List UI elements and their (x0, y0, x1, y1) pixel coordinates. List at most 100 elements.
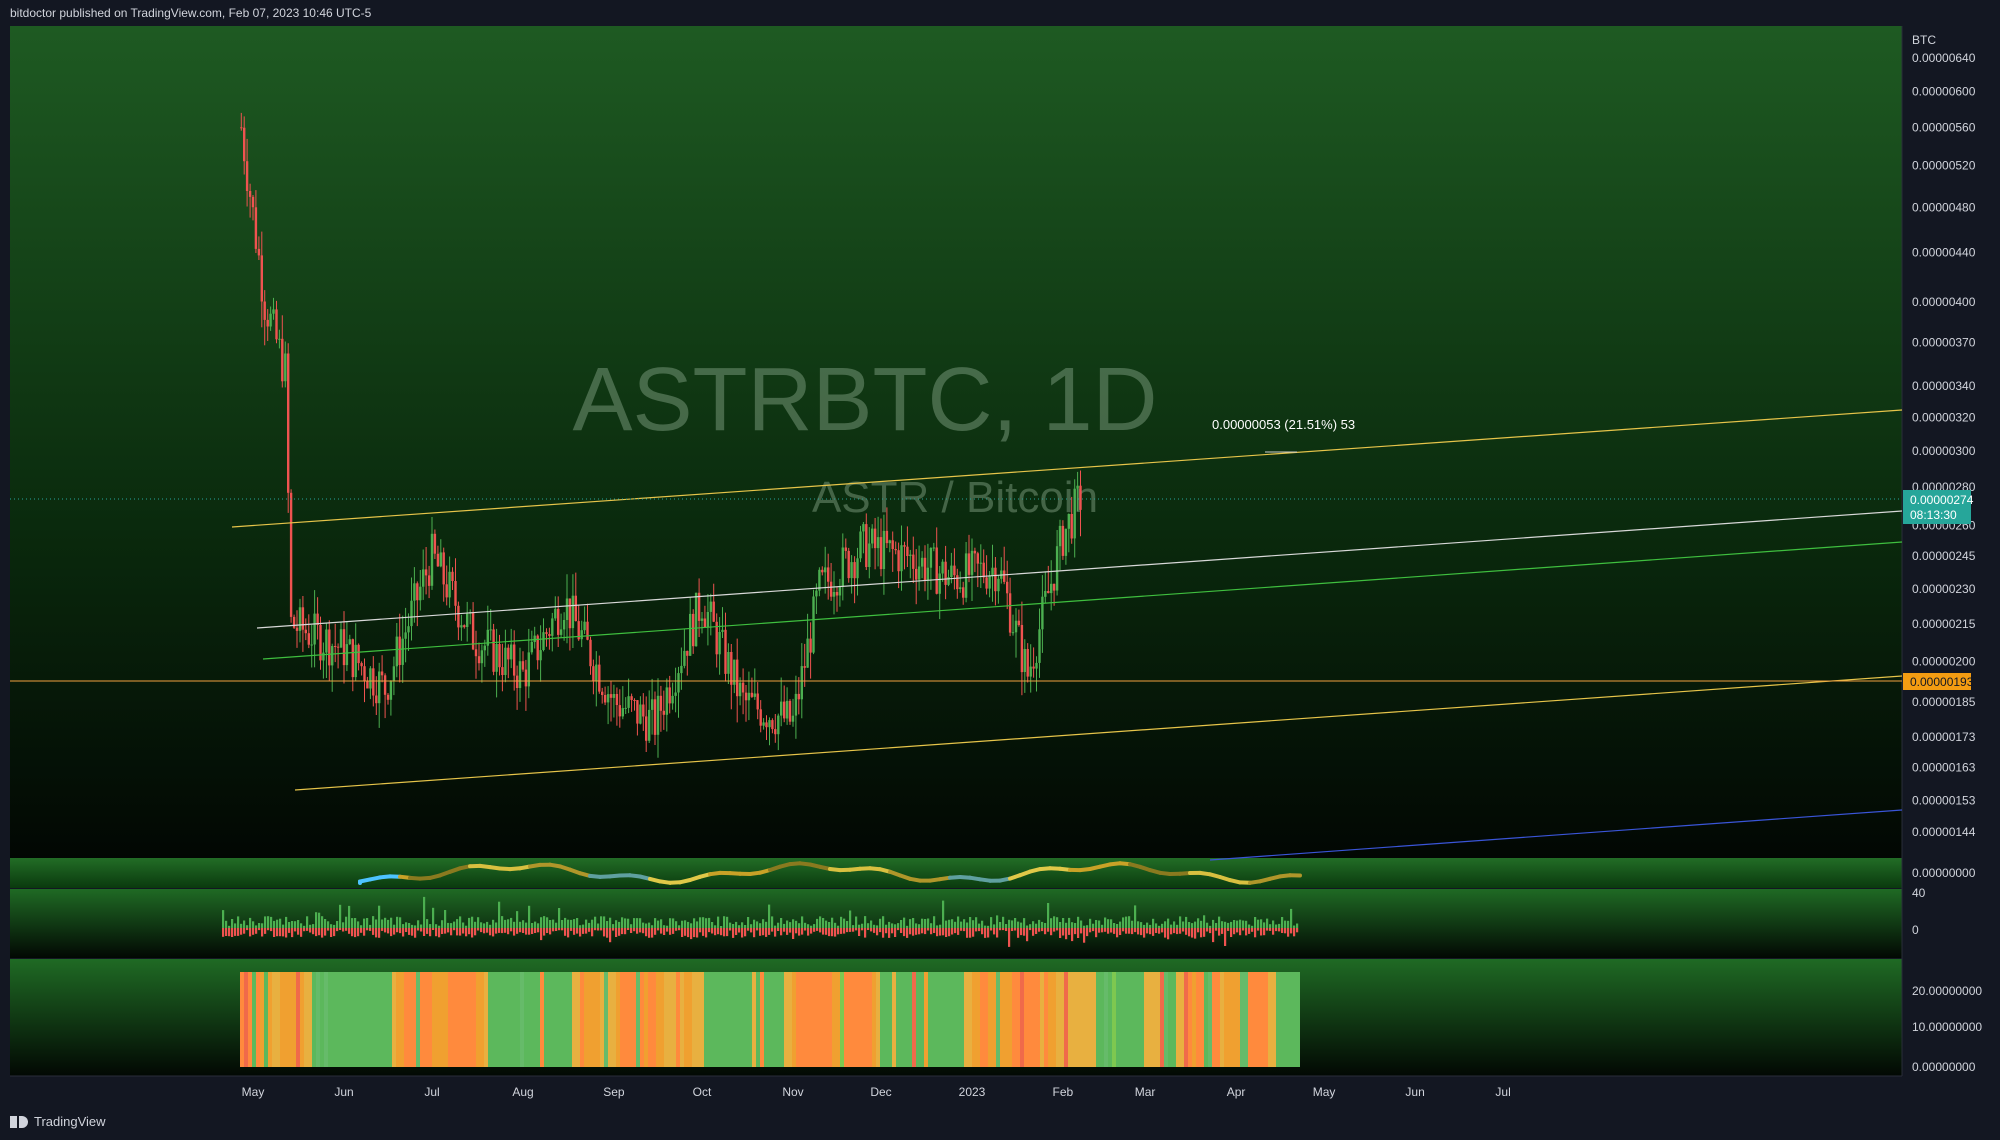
heatmap-column (288, 972, 292, 1067)
candle-body (263, 301, 266, 320)
candle-body (345, 644, 349, 666)
histogram-bar-up (1077, 916, 1080, 928)
heatmap-column (964, 972, 968, 1067)
heatmap-column (1096, 972, 1100, 1067)
histogram-bar-down (417, 928, 420, 931)
candle-body (433, 533, 437, 554)
histogram-bar-down (789, 928, 792, 933)
candle-body (284, 353, 287, 382)
histogram-bar-down (1059, 928, 1062, 938)
heatmap-column (944, 972, 948, 1067)
candle-body (835, 592, 839, 596)
candle-body (953, 565, 956, 576)
candle-body (480, 650, 484, 664)
histogram-bar-up (540, 917, 543, 928)
heatmap-column (292, 972, 296, 1067)
histogram-bar-up (525, 922, 528, 928)
histogram-bar-up (858, 924, 861, 928)
histogram-bar-up (495, 922, 498, 928)
candle-body (1052, 583, 1056, 591)
histogram-bar-down (378, 928, 381, 938)
histogram-bar-down (297, 928, 300, 935)
price-tick: 0.00000245 (1912, 549, 1976, 563)
histogram-bar-down (1293, 928, 1296, 937)
price-tick: 0.00000370 (1912, 335, 1976, 349)
candle-body (1011, 632, 1015, 634)
chart-canvas[interactable]: ASTRBTC, 1D ASTR / Bitcoin 0.00000053 (2… (0, 0, 2000, 1140)
candle-body (442, 552, 445, 585)
histogram-bar-down (225, 928, 228, 936)
candle-body (627, 696, 630, 708)
candle-body (712, 601, 715, 622)
tradingview-footer[interactable]: TradingView (10, 1114, 106, 1129)
histogram-bar-down (1173, 928, 1176, 934)
histogram-bar-up (1137, 921, 1140, 928)
histogram-bar-up (477, 917, 480, 928)
histogram-bar-down (834, 928, 837, 937)
histogram-bar-up (1143, 924, 1146, 928)
histogram-bar-down (717, 928, 720, 935)
heatmap-column (992, 972, 996, 1067)
heatmap-column (504, 972, 508, 1067)
histogram-bar-down (249, 928, 252, 937)
heatmap-column (1052, 972, 1056, 1067)
histogram-bar-down (558, 928, 561, 931)
histogram-bar-down (759, 928, 762, 936)
histogram-bar-up (918, 924, 921, 928)
histogram-bar-down (1245, 928, 1248, 936)
candle-body (1044, 591, 1047, 597)
time-axis[interactable]: May Jun Jul Aug Sep Oct Nov Dec 2023 Feb Mar Apr May… (242, 1085, 1511, 1099)
heatmap-column (932, 972, 936, 1067)
heatmap-column (996, 972, 1000, 1067)
candle-body (568, 598, 572, 629)
candle-body (727, 652, 730, 674)
histogram-bar-up (558, 908, 561, 928)
candle-body (245, 161, 249, 191)
histogram-bar-up (807, 924, 810, 928)
candle-body (882, 530, 886, 569)
histogram-bar-down (348, 928, 351, 934)
heatmap-column (392, 972, 396, 1067)
histogram-bar-up (981, 920, 984, 928)
candle-body (389, 680, 393, 700)
candle-body (935, 547, 938, 594)
histogram-bar-up (516, 911, 519, 928)
histogram-bar-down (792, 928, 795, 939)
histogram-bar-up (537, 923, 540, 928)
candle-body (439, 552, 442, 567)
heatmap-column (484, 972, 488, 1067)
histogram-bar-down (1257, 928, 1260, 931)
histogram-bar-down (657, 928, 660, 931)
candle-body (853, 562, 856, 579)
histogram-bar-down (477, 928, 480, 931)
histogram-bar-up (699, 917, 702, 928)
histogram-bar-up (780, 918, 783, 928)
histogram-bar-down (1170, 928, 1173, 935)
candle-body (565, 598, 569, 620)
histogram-bar-down (1104, 928, 1107, 932)
heatmap-column (972, 972, 976, 1067)
heatmap-column (864, 972, 868, 1067)
histogram-bar-up (480, 922, 483, 928)
histogram-bar-down (375, 928, 378, 938)
candle-body (257, 248, 261, 256)
histogram-bar-up (957, 916, 960, 928)
histogram-bar-up (1083, 925, 1086, 928)
candle-body (548, 634, 551, 636)
histogram-bar-down (720, 928, 723, 936)
histogram-bar-up (1071, 922, 1074, 928)
histogram-bar-up (501, 916, 504, 928)
price-tick: 0.00000480 (1912, 200, 1976, 214)
candle-body (847, 550, 850, 579)
heatmap-column (984, 972, 988, 1067)
heatmap-column (1100, 972, 1104, 1067)
heatmap-column (536, 972, 540, 1067)
candle-body (645, 716, 648, 741)
histogram-bar-up (528, 905, 531, 928)
histogram-bar-down (600, 928, 603, 931)
histogram-bar-up (1173, 921, 1176, 928)
heatmap-column (1076, 972, 1080, 1067)
heatmap-column (1236, 972, 1240, 1067)
last-price-value: 0.00000274 (1910, 493, 1974, 507)
histogram-bar-up (321, 916, 324, 928)
